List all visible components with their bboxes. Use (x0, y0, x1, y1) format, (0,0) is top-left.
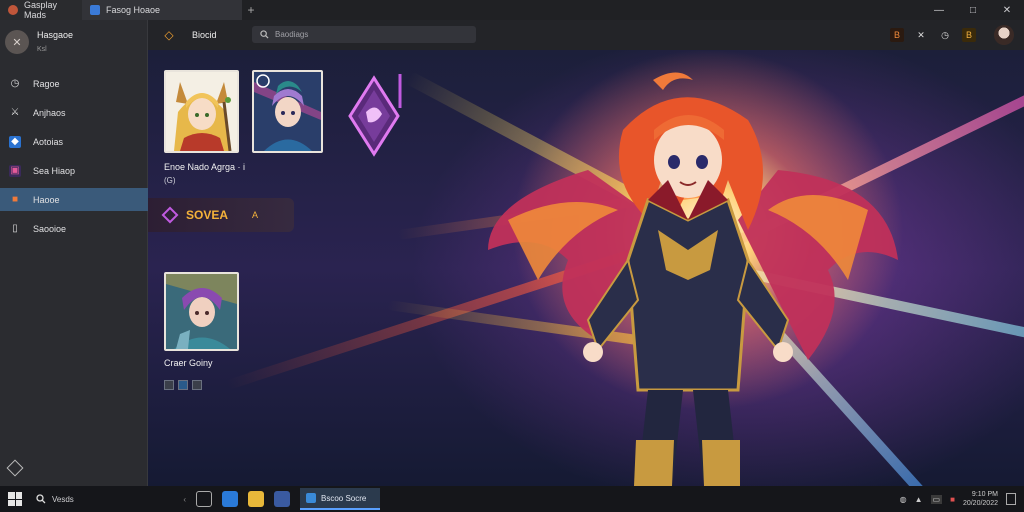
store-icon[interactable] (274, 491, 290, 507)
sidebar-item-label: Sea Hiaop (33, 165, 76, 176)
chevron-up-icon: ‹ (183, 494, 186, 504)
screen: Gasplay Mads Fasog Hoaoe + — □ ✕ ✕ Hasga… (0, 0, 1024, 512)
clock[interactable]: 9:10 PM 20/20/2022 (963, 490, 998, 508)
volume-icon[interactable]: ▲ (915, 495, 923, 504)
tab-label: Fasog Hoaoe (106, 5, 161, 15)
clock-date: 20/20/2022 (962, 500, 998, 507)
sword-icon: ⚔ (10, 107, 20, 118)
settings-diamond-icon[interactable] (6, 459, 24, 477)
search-icon (260, 30, 269, 39)
user-avatar[interactable] (994, 25, 1014, 45)
character-card-thumbnail[interactable] (252, 70, 323, 153)
sidebar-item-ragoe[interactable]: ◷ Ragoe (0, 72, 148, 95)
toolbar: ◇ Biocid Baodiags B ✕ ◷ B (148, 20, 1024, 50)
sidebar-nav: ◷ Ragoe ⚔ Anjhaos ◆ Aotoias ▣ Sea Hiaop … (0, 72, 148, 246)
profile-name: Hasgaoe (37, 30, 74, 40)
action-center-icon[interactable] (1006, 493, 1016, 505)
square-icon: ■ (11, 194, 19, 205)
action-icon[interactable] (178, 380, 188, 390)
tag-icon: ◆ (9, 135, 21, 148)
browser-tab-1[interactable]: Gasplay Mads (0, 0, 82, 20)
sidebar-item-label: Aotoias (33, 136, 64, 147)
maximize-button[interactable]: □ (956, 0, 990, 20)
start-button[interactable] (8, 492, 22, 506)
task-view-icon[interactable] (196, 491, 212, 507)
search-input[interactable]: Baodiags (252, 26, 476, 43)
hero-character-illustration (488, 72, 898, 486)
taskbar-active-app[interactable]: Bscoo Socre (300, 488, 380, 510)
avatar: ✕ (5, 30, 29, 54)
taskbar: Vesds ‹ Bscoo Socre ◍ ▲ ▭ ■ 9:10 PM 20/2… (0, 486, 1024, 512)
network-icon[interactable]: ◍ (900, 495, 907, 504)
action-icon[interactable] (192, 380, 202, 390)
featured-banner[interactable]: SOVEA A (148, 198, 294, 232)
sidebar-item-anjhaos[interactable]: ⚔ Anjhaos (0, 101, 148, 124)
character-card-thumbnail[interactable] (164, 272, 239, 351)
diamond-icon (161, 206, 179, 224)
tab-favicon-icon (8, 5, 18, 15)
taskbar-search-label: Vesds (52, 494, 74, 504)
app-icon (306, 493, 316, 503)
clock-icon: ◷ (10, 78, 20, 89)
back-icon[interactable]: ◇ (162, 28, 176, 42)
card-title: Enoe Nado Agrga · i (164, 162, 246, 172)
banner-caret: A (252, 210, 259, 220)
action-icon[interactable] (164, 380, 174, 390)
battery-icon[interactable]: ▭ (930, 494, 943, 504)
system-tray: ◍ ▲ ▭ ■ 9:10 PM 20/20/2022 (900, 490, 1016, 508)
character-card-thumbnail[interactable] (164, 70, 239, 153)
folder-icon[interactable] (248, 491, 264, 507)
card-subtitle: (G) (164, 176, 176, 185)
sidebar-item-aotoias[interactable]: ◆ Aotoias (0, 130, 148, 153)
emblem-icon (348, 74, 402, 157)
page-title: Biocid (192, 30, 217, 40)
new-tab-button[interactable]: + (242, 0, 260, 20)
card-actions (164, 380, 202, 390)
profile-subtitle: Ksl (37, 46, 47, 53)
tab-favicon-icon (90, 5, 100, 15)
sidebar-item-label: Ragoe (33, 78, 60, 89)
toolbar-b-button[interactable]: B (890, 28, 904, 42)
image-icon: ▣ (9, 164, 21, 177)
sidebar-item-label: Anjhaos (33, 107, 66, 118)
sidebar-item-label: Saooioe (33, 223, 67, 234)
sidebar-item-label: Haooe (33, 194, 60, 205)
window-controls: — □ ✕ (922, 0, 1024, 20)
banner-text: SOVEA (186, 208, 229, 222)
profile[interactable]: ✕ Hasgaoe Ksl (5, 30, 73, 54)
toolbar-actions: B ✕ ◷ B (890, 25, 1014, 45)
sidebar-item-haooe[interactable]: ■ Haooe (0, 188, 148, 211)
clock-icon[interactable]: ◷ (938, 28, 952, 42)
search-placeholder: Baodiags (275, 30, 309, 39)
search-icon (36, 494, 46, 504)
clock-time: 9:10 PM (971, 491, 998, 498)
book-icon: ▯ (12, 223, 18, 234)
main-canvas: Enoe Nado Agrga · i (G) SOVEA A Craer Go… (148, 50, 1024, 486)
close-icon[interactable]: ✕ (914, 28, 928, 42)
title-bar: Gasplay Mads Fasog Hoaoe + — □ ✕ (0, 0, 1024, 20)
browser-tab-2[interactable]: Fasog Hoaoe (82, 0, 242, 20)
tab-label: Gasplay Mads (24, 0, 58, 20)
notification-icon[interactable]: ■ (950, 495, 955, 504)
edge-icon[interactable] (222, 491, 238, 507)
sidebar: ✕ Hasgaoe Ksl ◷ Ragoe ⚔ Anjhaos ◆ Aotoia… (0, 20, 148, 486)
taskbar-app-label: Bscoo Socre (321, 493, 367, 503)
sidebar-item-sea-hiaop[interactable]: ▣ Sea Hiaop (0, 159, 148, 182)
taskbar-search[interactable]: Vesds ‹ (36, 494, 186, 504)
close-button[interactable]: ✕ (990, 0, 1024, 20)
sidebar-item-saooioe[interactable]: ▯ Saooioe (0, 217, 148, 240)
toolbar-b2-button[interactable]: B (962, 28, 976, 42)
minimize-button[interactable]: — (922, 0, 956, 20)
card-title: Craer Goiny (164, 358, 213, 368)
